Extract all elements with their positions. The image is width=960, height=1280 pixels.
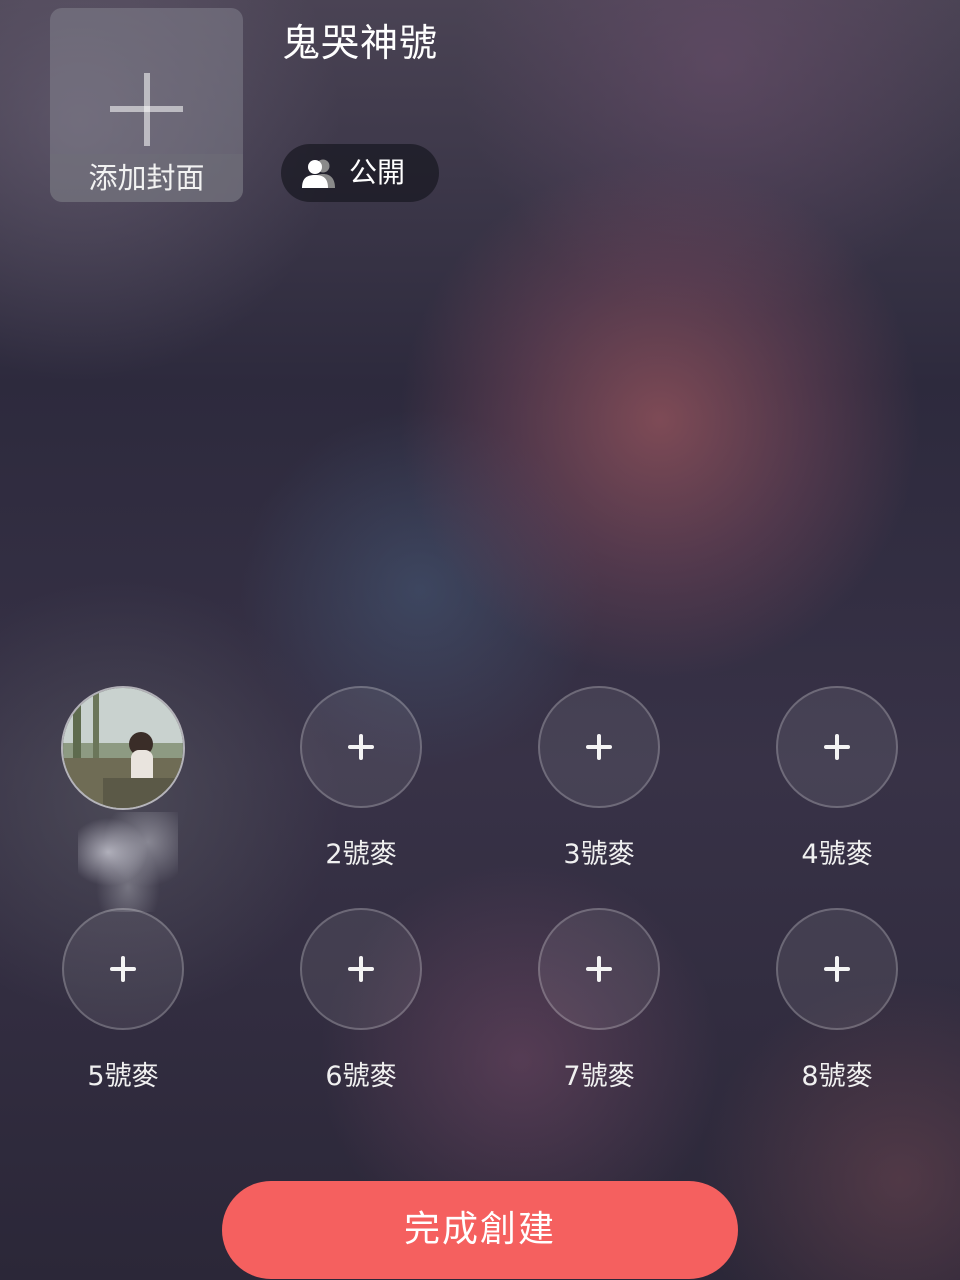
- seat-7-add-button[interactable]: [538, 908, 660, 1030]
- seat-6-label: 6號麥: [325, 1061, 397, 1092]
- seat-3-add-button[interactable]: [538, 686, 660, 808]
- seat-4-label: 4號麥: [801, 839, 873, 870]
- seat-6-add-button[interactable]: [300, 908, 422, 1030]
- complete-create-button[interactable]: 完成創建: [222, 1181, 738, 1279]
- seat-2-add-button[interactable]: [300, 686, 422, 808]
- plus-icon: [64, 910, 182, 1028]
- plus-icon: [302, 910, 420, 1028]
- seat-5-label: 5號麥: [87, 1061, 159, 1092]
- seat-5-add-button[interactable]: [62, 908, 184, 1030]
- plus-icon: [778, 688, 896, 806]
- seat-1-avatar[interactable]: [61, 686, 185, 810]
- plus-icon: [540, 910, 658, 1028]
- add-cover-button[interactable]: 添加封面: [50, 8, 243, 202]
- people-icon: [302, 159, 335, 188]
- seat-4-add-button[interactable]: [776, 686, 898, 808]
- seat-8-add-button[interactable]: [776, 908, 898, 1030]
- seat-1-name-obscured: [78, 812, 178, 912]
- add-cover-label: 添加封面: [50, 154, 243, 202]
- room-title[interactable]: 鬼哭神號: [282, 18, 438, 68]
- visibility-label: 公開: [349, 156, 406, 189]
- visibility-toggle[interactable]: 公開: [281, 144, 439, 202]
- seat-2-label: 2號麥: [325, 839, 397, 870]
- plus-icon: [302, 688, 420, 806]
- seat-3-label: 3號麥: [563, 839, 635, 870]
- plus-icon: [778, 910, 896, 1028]
- seat-7-label: 7號麥: [563, 1061, 635, 1092]
- seat-8-label: 8號麥: [801, 1061, 873, 1092]
- avatar-photo: [63, 688, 183, 808]
- plus-icon: [50, 8, 243, 158]
- plus-icon: [540, 688, 658, 806]
